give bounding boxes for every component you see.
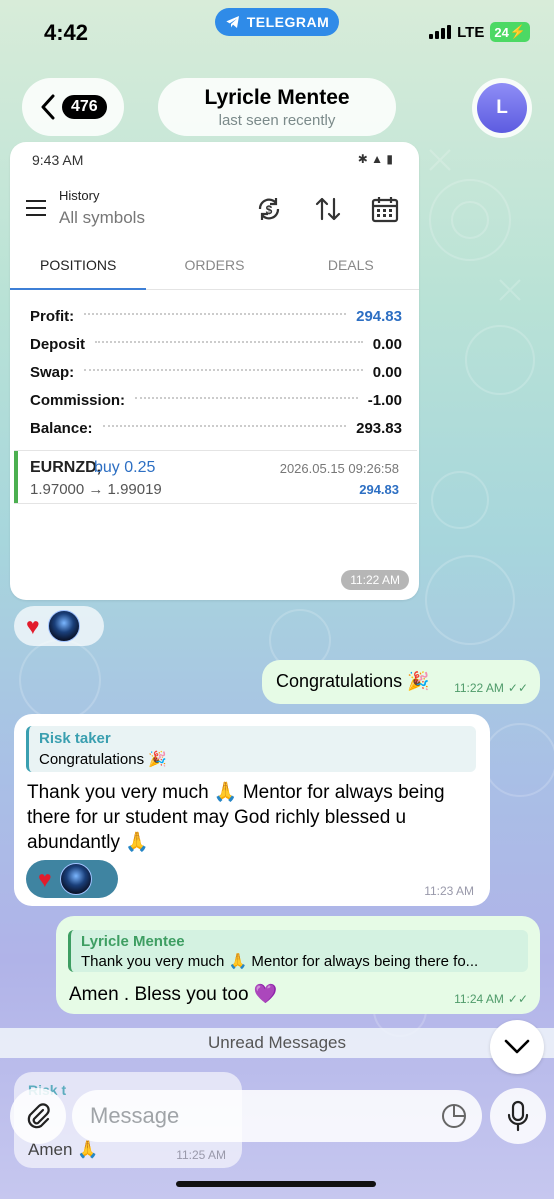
status-indicators: LTE 24 ⚡ <box>429 22 530 42</box>
status-time: 4:42 <box>44 20 89 45</box>
back-button[interactable]: 476 <box>22 78 124 136</box>
battery-level: 24 <box>494 24 509 40</box>
message-meta: 11:22 AM ✓✓ <box>454 681 528 695</box>
summary-value: 293.83 <box>356 419 402 437</box>
deal-symbol: EURNZD, <box>30 459 102 476</box>
message-time: 11:22 AM <box>454 681 504 695</box>
sync-dollar-icon: $ <box>258 198 280 220</box>
chat-name: Lyricle Mentee <box>204 85 350 109</box>
summary-label: Profit: <box>30 307 75 325</box>
reply-quote[interactable]: Risk taker Congratulations 🎉 <box>26 726 476 772</box>
summary-value: 0.00 <box>372 335 402 353</box>
summary-label: Commission: <box>30 391 126 409</box>
image-history-title: History <box>59 188 100 203</box>
deal-side: buy 0.25 <box>94 459 156 476</box>
sort-arrows-icon <box>315 197 341 221</box>
svg-text:$: $ <box>266 203 273 217</box>
message-text: Amen . Bless you too 💜 <box>69 984 278 1005</box>
message-meta: 11:24 AM ✓✓ <box>454 992 528 1006</box>
reactor-avatar <box>59 863 92 895</box>
summary-label: Balance: <box>30 419 93 437</box>
microphone-icon <box>507 1100 529 1132</box>
image-status-time: 9:43 AM <box>32 152 84 168</box>
summary-row: Swap: 0.00 <box>30 358 402 386</box>
calendar-icon <box>371 197 399 223</box>
message-time: 11:22 AM <box>341 570 409 590</box>
telegram-icon <box>226 16 239 28</box>
deal-profit: 294.83 <box>359 482 399 497</box>
summary-label: Swap: <box>30 363 75 381</box>
hamburger-menu-icon <box>26 200 46 221</box>
read-checkmarks-icon: ✓✓ <box>507 681 528 695</box>
unread-count-badge: 476 <box>62 95 107 119</box>
scroll-down-button[interactable] <box>490 1020 544 1074</box>
paperclip-icon <box>27 1103 50 1129</box>
message-text: Congratulations 🎉 <box>276 671 430 691</box>
summary-value: 0.00 <box>372 363 402 381</box>
last-seen-status: last seen recently <box>218 111 336 129</box>
outgoing-message[interactable]: Congratulations 🎉 11:22 AM ✓✓ <box>262 660 540 704</box>
image-app-header: History All symbols $ <box>10 182 419 246</box>
image-deal-row: EURNZD, buy 0.25 1.97000 → 1.99019 2026.… <box>14 450 417 504</box>
image-tab-positions: POSITIONS <box>10 248 147 290</box>
image-symbols-filter: All symbols <box>59 208 145 227</box>
image-tab-orders: ORDERS <box>184 257 245 273</box>
image-message[interactable]: 9:43 AM ✱ ▲ ▮ History All symbols $ POSI… <box>10 142 419 600</box>
home-indicator <box>176 1181 376 1187</box>
image-tab-deals: DEALS <box>327 257 374 273</box>
message-time: 11:24 AM <box>454 992 504 1006</box>
reply-text: Thank you very much 🙏 Mentor for always … <box>81 953 479 970</box>
avatar: L <box>477 83 527 133</box>
incoming-message[interactable]: Risk taker Congratulations 🎉 Thank you v… <box>14 714 490 906</box>
message-text: Thank you very much 🙏 Mentor for always … <box>27 782 445 853</box>
summary-value: -1.00 <box>367 391 402 409</box>
deal-datetime: 2026.05.15 09:26:58 <box>279 461 399 476</box>
reply-author: Lyricle Mentee <box>81 933 185 950</box>
heart-reaction-icon: ♥ <box>38 865 52 892</box>
reactor-avatar <box>47 610 80 642</box>
profile-avatar-button[interactable]: L <box>472 78 532 138</box>
heart-reaction-icon: ♥ <box>26 612 40 639</box>
deal-prices: 1.97000 → 1.99019 <box>30 481 162 498</box>
summary-row: Commission: -1.00 <box>30 386 402 414</box>
summary-row: Deposit 0.00 <box>30 330 402 358</box>
summary-row: Balance: 293.83 <box>30 414 402 442</box>
voice-record-button[interactable] <box>490 1088 546 1144</box>
message-time: 11:23 AM <box>424 884 474 898</box>
message-input[interactable] <box>72 1090 482 1142</box>
chevron-down-icon <box>504 1039 530 1054</box>
unread-messages-divider: Unread Messages <box>0 1028 554 1058</box>
image-tabs: POSITIONS ORDERS DEALS <box>10 248 419 290</box>
signal-icon <box>429 25 452 39</box>
network-type: LTE <box>457 23 485 41</box>
reactions[interactable]: ♥ <box>26 860 118 898</box>
read-checkmarks-icon: ✓✓ <box>507 992 528 1006</box>
reply-author: Risk taker <box>39 730 111 747</box>
summary-label: Deposit <box>30 335 86 353</box>
image-status-icons: ✱ ▲ ▮ <box>357 152 393 166</box>
image-summary-rows: Profit: 294.83 Deposit 0.00 Swap: 0.00 Comm… <box>30 302 402 442</box>
status-bar: 4:42 TELEGRAM LTE 24 ⚡ <box>0 0 554 66</box>
chat-title[interactable]: Lyricle Mentee last seen recently <box>158 78 396 136</box>
sticker-icon[interactable] <box>440 1102 468 1130</box>
reply-text: Congratulations 🎉 <box>39 751 167 768</box>
telegram-pill[interactable]: TELEGRAM <box>215 8 339 36</box>
message-time: 11:25 AM <box>176 1148 226 1162</box>
telegram-pill-label: TELEGRAM <box>246 14 330 30</box>
summary-value: 294.83 <box>356 307 402 325</box>
summary-row: Profit: 294.83 <box>30 302 402 330</box>
battery-icon: 24 ⚡ <box>490 22 530 42</box>
attach-button[interactable] <box>10 1088 66 1144</box>
reactions[interactable]: ♥ <box>14 606 104 646</box>
reply-quote[interactable]: Lyricle Mentee Thank you very much 🙏 Men… <box>68 930 528 972</box>
outgoing-message[interactable]: Lyricle Mentee Thank you very much 🙏 Men… <box>56 916 540 1014</box>
chevron-left-icon <box>41 94 55 120</box>
deal-status-bar <box>14 451 18 503</box>
